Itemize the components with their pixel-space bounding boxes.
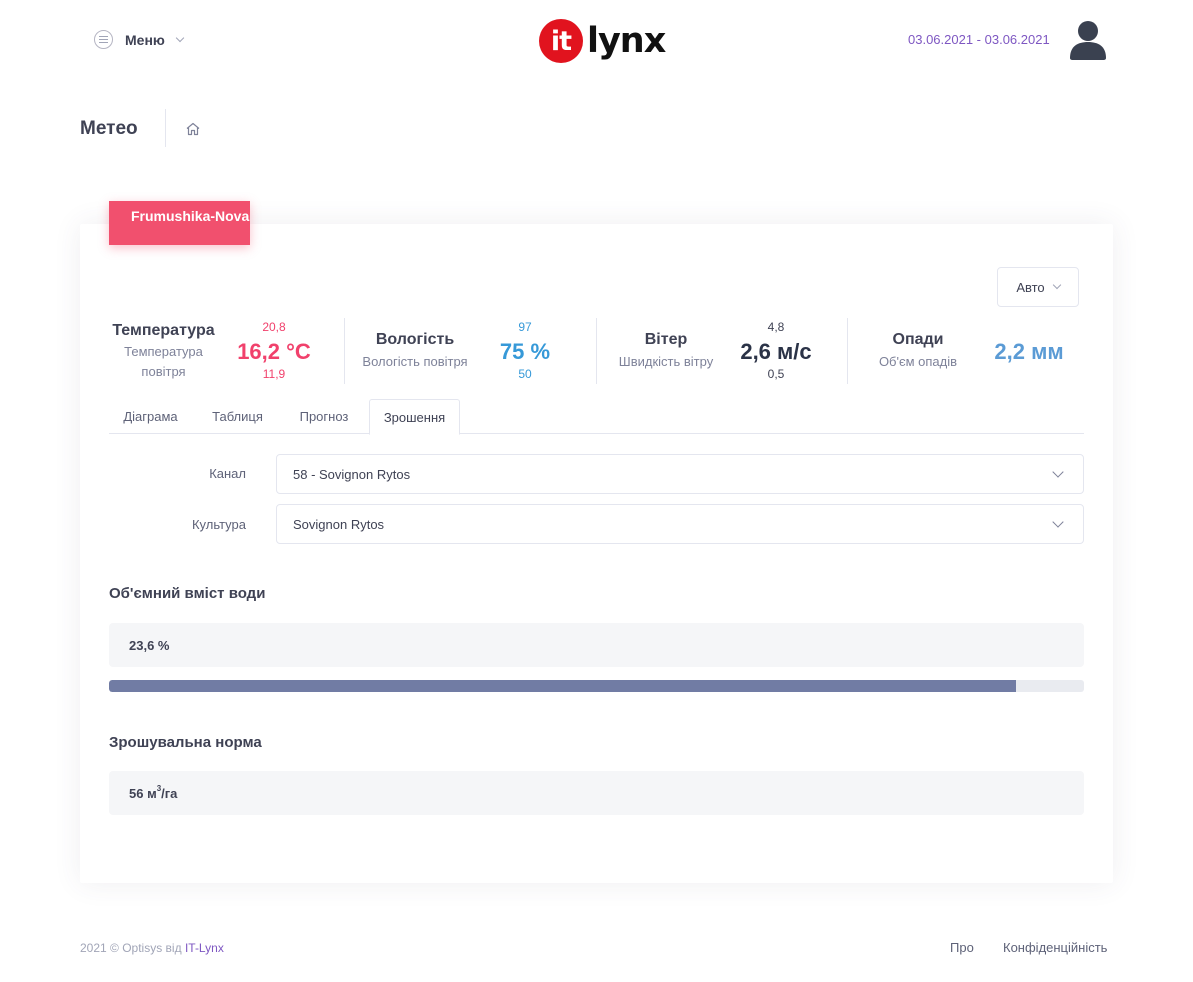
chevron-down-icon [1052, 516, 1064, 528]
copyright-text: 2021 © Optisys від [80, 941, 185, 955]
stat-title: Температура [112, 322, 215, 339]
channel-value: 58 - Sovignon Rytos [293, 466, 411, 482]
water-content-progress [109, 680, 1084, 692]
top-header: Меню it lynx 03.06.2021 - 03.06.2021 [0, 0, 1193, 82]
stat-subtitle: Об'єм опадів [878, 354, 958, 369]
water-content-title: Об'ємний вміст води [109, 585, 266, 602]
stat-title: Вітер [644, 331, 688, 348]
logo[interactable]: it lynx [539, 19, 666, 63]
footer-privacy-link[interactable]: Конфіденційність [1003, 940, 1107, 955]
stat-value: 16,2 °C [237, 339, 311, 364]
chevron-down-icon [1052, 280, 1061, 290]
stat-divider [847, 318, 848, 384]
stat-max: 97 [518, 320, 532, 334]
water-content-text: 23,6 % [129, 637, 170, 653]
stat-subtitle: Температура повітря [124, 344, 203, 379]
irrigation-unit: /га [161, 785, 178, 801]
tab-table[interactable]: Таблиця [200, 399, 275, 434]
channel-select[interactable]: 58 - Sovignon Rytos [276, 454, 1084, 494]
channel-label: Канал [209, 466, 246, 481]
culture-label: Культура [191, 517, 246, 532]
mode-label: Авто [1016, 279, 1045, 295]
station-ribbon: Frumushika-Nova [109, 201, 250, 245]
irrigation-norm-title: Зрошувальна норма [109, 734, 262, 751]
stat-max: 20,8 [262, 320, 286, 334]
tab-diagram[interactable]: Діаграма [109, 399, 192, 434]
irrigation-norm-value: 56 м 3/га [109, 771, 1084, 815]
stat-subtitle: Швидкість вітру [618, 354, 714, 369]
progress-fill [109, 680, 1016, 692]
menu-label: Меню [125, 31, 165, 48]
footer-about-link[interactable]: Про [950, 940, 974, 955]
date-range-picker[interactable]: 03.06.2021 - 03.06.2021 [908, 32, 1050, 47]
stat-title: Вологість [375, 331, 455, 348]
culture-select[interactable]: Sovignon Rytos [276, 504, 1084, 544]
brand-link[interactable]: IT-Lynx [185, 941, 224, 955]
page-title: Метео [80, 118, 138, 139]
logo-badge: it [539, 19, 583, 63]
menu-button[interactable]: Меню [94, 30, 185, 49]
home-icon[interactable] [185, 121, 201, 137]
water-content-value: 23,6 % [109, 623, 1084, 667]
stat-value: 75 % [499, 339, 551, 364]
stat-value: 2,2 мм [994, 339, 1064, 364]
chevron-down-icon [175, 33, 185, 42]
irrigation-number: 56 м [129, 785, 157, 801]
stat-title: Опади [892, 331, 944, 348]
stat-min: 11,9 [262, 367, 286, 381]
tab-irrigation[interactable]: Зрошення [369, 399, 460, 435]
stat-value: 2,6 м/с [740, 339, 812, 364]
stat-max: 4,8 [767, 320, 785, 334]
hamburger-icon [94, 30, 113, 49]
stat-min: 50 [518, 367, 532, 381]
stat-divider [344, 318, 345, 384]
culture-value: Sovignon Rytos [293, 516, 385, 532]
user-avatar-icon[interactable] [1070, 20, 1106, 60]
stat-subtitle: Вологість повітря [362, 354, 468, 369]
tab-bar: Діаграма Таблиця Прогноз Зрошення [109, 399, 1084, 435]
chevron-down-icon [1052, 466, 1064, 478]
tab-forecast[interactable]: Прогноз [284, 399, 364, 434]
logo-text: lynx [587, 21, 666, 61]
title-divider [165, 109, 166, 147]
irrigation-sup: 3 [156, 783, 162, 793]
stat-divider [596, 318, 597, 384]
footer-copyright: 2021 © Optisys від IT-Lynx [80, 941, 224, 955]
mode-dropdown[interactable]: Авто [997, 267, 1079, 307]
stat-min: 0,5 [767, 367, 785, 381]
